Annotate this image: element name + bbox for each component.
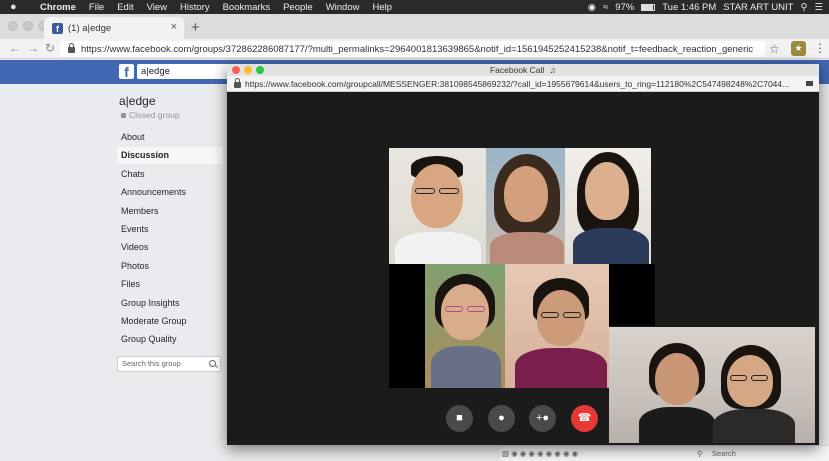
group-search-input[interactable]: Search this group <box>117 356 221 372</box>
facebook-logo-icon[interactable]: f <box>119 64 134 80</box>
add-person-icon: +● <box>535 412 550 424</box>
menu-file[interactable]: File <box>89 2 104 13</box>
menu-edit[interactable]: Edit <box>117 2 133 13</box>
menu-app-name[interactable]: Chrome <box>40 2 76 13</box>
group-nav-files[interactable]: Files <box>117 276 223 293</box>
forward-arrow-icon[interactable]: → <box>27 41 39 55</box>
facebook-search-input[interactable]: a|edge <box>137 64 231 79</box>
participant-video-2[interactable] <box>486 148 566 264</box>
hang-up-icon: ☎ <box>577 412 592 424</box>
menu-history[interactable]: History <box>180 2 210 13</box>
group-nav-group-insights[interactable]: Group Insights <box>117 295 223 312</box>
video-letterbox <box>609 264 655 326</box>
call-window-close-button[interactable] <box>232 66 240 74</box>
group-nav-members[interactable]: Members <box>117 203 223 220</box>
add-person-button[interactable]: +● <box>529 405 556 432</box>
microphone-toggle-button[interactable]: ● <box>488 405 515 432</box>
search-icon[interactable] <box>209 360 216 367</box>
call-window-zoom-button[interactable] <box>256 66 264 74</box>
chat-bottom-bar: ▧ ◉ ◉ ◉ ◉ ◉ ◉ ◉ ◉ ⚲ Search <box>500 445 829 461</box>
group-nav-discussion[interactable]: Discussion <box>117 147 223 164</box>
window-minimize-button[interactable] <box>23 21 33 31</box>
closed-lock-icon <box>121 112 126 118</box>
group-nav-moderate-group[interactable]: Moderate Group <box>117 313 223 330</box>
lock-icon <box>68 43 75 53</box>
menu-view[interactable]: View <box>147 2 167 13</box>
facebook-favicon-icon: f <box>52 22 63 34</box>
group-nav-group-quality[interactable]: Group Quality <box>117 331 223 348</box>
menu-people[interactable]: People <box>283 2 313 13</box>
self-view-video[interactable] <box>609 327 815 443</box>
participant-video-5[interactable] <box>505 264 609 388</box>
spotlight-search-icon[interactable]: ⚲ <box>801 2 808 13</box>
reload-icon[interactable]: ↻ <box>45 41 55 55</box>
group-nav-events[interactable]: Events <box>117 221 223 238</box>
group-nav-photos[interactable]: Photos <box>117 258 223 275</box>
group-nav-about[interactable]: About <box>117 129 223 146</box>
video-camera-icon: ■ <box>456 412 463 424</box>
address-bar-url: https://www.facebook.com/groups/37286228… <box>81 43 754 55</box>
chrome-toolbar: ← → ↻ https://www.facebook.com/groups/37… <box>0 39 829 59</box>
call-url: https://www.facebook.com/groupcall/MESSE… <box>245 79 790 89</box>
video-letterbox <box>389 264 425 388</box>
camera-indicator-icon <box>806 81 813 86</box>
menu-bookmarks[interactable]: Bookmarks <box>223 2 271 13</box>
participant-video-3[interactable] <box>565 148 651 264</box>
menu-help[interactable]: Help <box>372 2 392 13</box>
chrome-menu-icon[interactable]: ⋮ <box>814 41 826 55</box>
window-close-button[interactable] <box>8 21 18 31</box>
participant-video-4[interactable] <box>425 264 505 388</box>
clock[interactable]: Tue 1:46 PM <box>662 2 716 13</box>
tab-title: (1) a|edge <box>68 22 112 34</box>
extension-icon[interactable]: ★ <box>791 41 806 56</box>
menu-window[interactable]: Window <box>326 2 360 13</box>
group-nav-chats[interactable]: Chats <box>117 166 223 183</box>
chat-search-input[interactable]: Search <box>712 449 736 458</box>
group-search-placeholder: Search this group <box>122 359 181 368</box>
new-tab-button[interactable]: + <box>191 19 200 36</box>
composer-tools-icon[interactable]: ▧ ◉ ◉ ◉ ◉ ◉ ◉ ◉ ◉ <box>502 449 578 458</box>
group-privacy: Closed group <box>121 110 180 120</box>
facebook-call-window: Facebook Call ♫ https://www.facebook.com… <box>227 64 819 445</box>
call-window-titlebar: Facebook Call ♫ <box>227 64 819 76</box>
end-call-button[interactable]: ☎ <box>571 405 598 432</box>
back-arrow-icon[interactable]: ← <box>9 41 21 55</box>
lock-icon <box>234 78 241 88</box>
chat-search-icon[interactable]: ⚲ <box>697 449 703 458</box>
browser-tab-active[interactable]: f (1) a|edge × <box>44 17 184 39</box>
bookmark-star-icon[interactable]: ☆ <box>769 42 780 56</box>
call-window-minimize-button[interactable] <box>244 66 252 74</box>
apple-menu-icon[interactable]: ● <box>10 1 22 13</box>
call-window-title: Facebook Call <box>489 65 545 75</box>
menubar-status-area: ◉ ≈ 97% Tue 1:46 PM STAR ART UNIT ⚲ ☰ <box>588 0 823 14</box>
group-nav-videos[interactable]: Videos <box>117 239 223 256</box>
address-bar[interactable]: https://www.facebook.com/groups/37286228… <box>60 41 765 57</box>
participant-video-1[interactable] <box>389 148 487 264</box>
group-nav-announcements[interactable]: Announcements <box>117 184 223 201</box>
call-video-area <box>227 92 819 445</box>
user-name[interactable]: STAR ART UNIT <box>723 2 793 13</box>
group-privacy-label: Closed group <box>129 110 180 120</box>
sound-icon: ♫ <box>549 65 557 75</box>
screen-record-icon[interactable]: ◉ <box>588 2 596 13</box>
macos-menubar: ● Chrome File Edit View History Bookmark… <box>0 0 829 14</box>
chrome-tab-strip: f (1) a|edge × + <box>0 14 829 39</box>
notification-center-icon[interactable]: ☰ <box>814 2 823 13</box>
camera-toggle-button[interactable]: ■ <box>446 405 473 432</box>
battery-icon[interactable] <box>641 3 656 11</box>
group-name[interactable]: a|edge <box>119 94 156 108</box>
tab-close-icon[interactable]: × <box>171 21 177 33</box>
battery-percent: 97% <box>615 1 635 13</box>
microphone-icon: ● <box>498 412 505 424</box>
call-url-bar: https://www.facebook.com/groupcall/MESSE… <box>227 76 819 92</box>
wifi-icon[interactable]: ≈ <box>603 2 608 13</box>
